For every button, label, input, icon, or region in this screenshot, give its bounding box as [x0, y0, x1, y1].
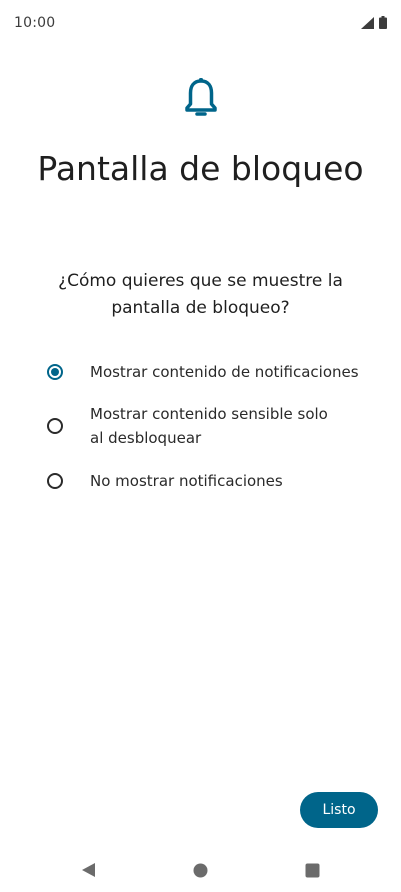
- home-icon: [193, 863, 207, 877]
- nav-home-button[interactable]: [190, 860, 210, 880]
- option-show-all[interactable]: Mostrar contenido de notificaciones: [40, 360, 381, 384]
- recents-icon: [305, 863, 319, 877]
- radio-button[interactable]: [47, 418, 63, 434]
- page-subtitle: ¿Cómo quieres que se muestre la pantalla…: [58, 271, 343, 318]
- done-button[interactable]: Listo: [300, 792, 378, 828]
- option-hide-sensitive[interactable]: Mostrar contenido sensible solo al desbl…: [40, 402, 340, 450]
- bell-icon: [184, 78, 217, 116]
- battery-icon: [379, 16, 387, 29]
- option-label: Mostrar contenido sensible solo al desbl…: [90, 405, 328, 447]
- navigation-bar: [0, 848, 401, 892]
- option-hide-all[interactable]: No mostrar notificaciones: [40, 469, 381, 493]
- radio-button-selected[interactable]: [47, 364, 63, 380]
- option-label: No mostrar notificaciones: [90, 472, 283, 490]
- nav-back-button[interactable]: [78, 860, 98, 880]
- status-time: 10:00: [14, 15, 56, 31]
- status-icons: [361, 16, 387, 29]
- status-bar: 10:00: [0, 0, 401, 48]
- back-icon: [82, 863, 95, 877]
- header-icon-wrap: [0, 76, 401, 118]
- lock-screen-settings: 10:00 Pantalla de bloqueo ¿Cómo quieres …: [0, 0, 401, 892]
- option-label: Mostrar contenido de notificaciones: [90, 363, 359, 381]
- signal-icon: [361, 16, 374, 29]
- nav-recents-button[interactable]: [302, 860, 322, 880]
- page-title: Pantalla de bloqueo: [37, 149, 364, 188]
- radio-button[interactable]: [47, 473, 63, 489]
